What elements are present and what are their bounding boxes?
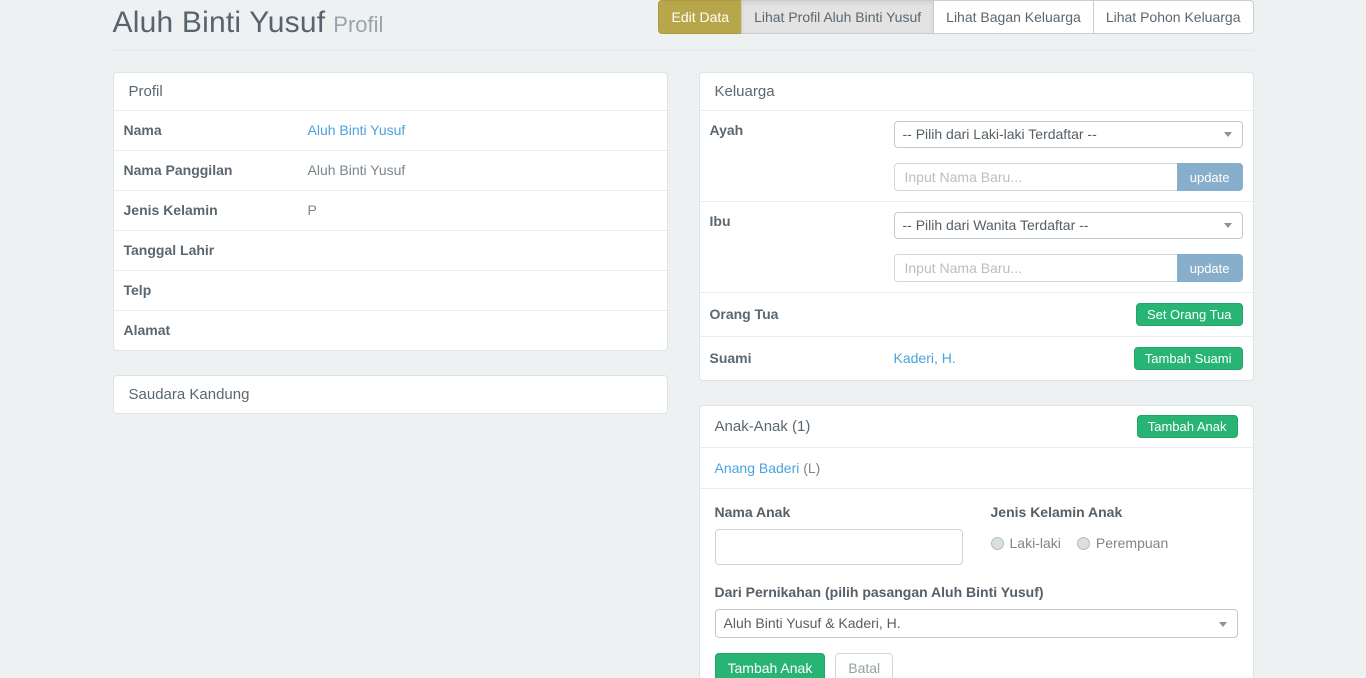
- child-gender: (L): [803, 460, 820, 476]
- table-row-tanggal-lahir: Tanggal Lahir: [114, 230, 667, 270]
- pernikahan-select[interactable]: Aluh Binti Yusuf & Kaderi, H.: [715, 609, 1238, 638]
- nama-link[interactable]: Aluh Binti Yusuf: [308, 122, 406, 138]
- radio-perempuan[interactable]: [1077, 537, 1090, 550]
- pernikahan-select-value: Aluh Binti Yusuf & Kaderi, H.: [724, 615, 901, 631]
- form-actions: Tambah Anak Batal: [715, 653, 1238, 678]
- row-label: Ibu: [710, 212, 894, 231]
- row-label: Nama: [124, 121, 308, 140]
- table-row-nama-panggilan: Nama Panggilan Aluh Binti Yusuf: [114, 150, 667, 190]
- table-row-ibu: Ibu -- Pilih dari Wanita Terdaftar -- up…: [700, 201, 1253, 292]
- saudara-kandung-panel-title: Saudara Kandung: [114, 376, 667, 413]
- suami-link[interactable]: Kaderi, H.: [894, 349, 956, 368]
- tambah-suami-button[interactable]: Tambah Suami: [1134, 347, 1243, 370]
- row-value: P: [308, 201, 317, 220]
- table-row-jenis-kelamin: Jenis Kelamin P: [114, 190, 667, 230]
- ibu-select[interactable]: -- Pilih dari Wanita Terdaftar --: [894, 212, 1243, 239]
- dari-pernikahan-label: Dari Pernikahan (pilih pasangan Aluh Bin…: [715, 584, 1238, 600]
- lihat-pohon-keluarga-button[interactable]: Lihat Pohon Keluarga: [1093, 0, 1254, 34]
- anak-anak-panel: Anak-Anak (1) Tambah Anak Anang Baderi (…: [699, 405, 1254, 678]
- radio-laki-laki[interactable]: [991, 537, 1004, 550]
- main-container: Aluh Binti Yusuf Profil Edit Data Lihat P…: [113, 0, 1254, 678]
- page-subtitle: Profil: [333, 12, 383, 37]
- left-column: Profil Nama Aluh Binti Yusuf Nama Panggi…: [113, 72, 668, 438]
- table-row-alamat: Alamat: [114, 310, 667, 350]
- ibu-update-button[interactable]: update: [1177, 254, 1243, 282]
- batal-button[interactable]: Batal: [835, 653, 893, 678]
- tambah-anak-form: Nama Anak Jenis Kelamin Anak Laki-laki P…: [700, 488, 1253, 678]
- row-label: Orang Tua: [710, 305, 894, 324]
- row-value: Aluh Binti Yusuf: [308, 161, 406, 180]
- profil-panel: Profil Nama Aluh Binti Yusuf Nama Panggi…: [113, 72, 668, 351]
- keluarga-panel-title: Keluarga: [700, 73, 1253, 110]
- lihat-bagan-keluarga-button[interactable]: Lihat Bagan Keluarga: [933, 0, 1094, 34]
- table-row-suami: Suami Kaderi, H. Tambah Suami: [700, 336, 1253, 380]
- set-orang-tua-button[interactable]: Set Orang Tua: [1136, 303, 1243, 326]
- radio-laki-laki-label: Laki-laki: [1010, 535, 1061, 551]
- table-row-orang-tua: Orang Tua Set Orang Tua: [700, 292, 1253, 336]
- row-label: Nama Panggilan: [124, 161, 308, 180]
- table-row-ayah: Ayah -- Pilih dari Laki-laki Terdaftar -…: [700, 110, 1253, 201]
- table-row-telp: Telp: [114, 270, 667, 310]
- tambah-anak-header-button[interactable]: Tambah Anak: [1137, 415, 1238, 438]
- profil-panel-title: Profil: [114, 73, 667, 110]
- table-row-nama: Nama Aluh Binti Yusuf: [114, 110, 667, 150]
- ibu-input-group: update: [894, 254, 1243, 282]
- page-header: Aluh Binti Yusuf Profil Edit Data Lihat P…: [113, 0, 1254, 51]
- child-list-item: Anang Baderi (L): [700, 447, 1253, 488]
- nama-anak-label: Nama Anak: [715, 504, 963, 520]
- ayah-select-value: -- Pilih dari Laki-laki Terdaftar --: [903, 126, 1097, 142]
- saudara-kandung-panel: Saudara Kandung: [113, 375, 668, 414]
- row-label: Jenis Kelamin: [124, 201, 308, 220]
- right-column: Keluarga Ayah -- Pilih dari Laki-laki Te…: [699, 72, 1254, 678]
- row-label: Ayah: [710, 121, 894, 140]
- view-toolbar: Edit Data Lihat Profil Aluh Binti Yusuf …: [658, 0, 1253, 34]
- chevron-down-icon: [1219, 622, 1227, 627]
- nama-anak-input[interactable]: [715, 529, 963, 565]
- chevron-down-icon: [1224, 132, 1232, 137]
- page-title: Aluh Binti Yusuf: [113, 6, 326, 39]
- jenis-kelamin-anak-label: Jenis Kelamin Anak: [991, 504, 1185, 520]
- anak-anak-panel-heading: Anak-Anak (1) Tambah Anak: [700, 406, 1253, 447]
- row-label: Tanggal Lahir: [124, 241, 308, 260]
- ayah-update-button[interactable]: update: [1177, 163, 1243, 191]
- ayah-select[interactable]: -- Pilih dari Laki-laki Terdaftar --: [894, 121, 1243, 148]
- tambah-anak-submit-button[interactable]: Tambah Anak: [715, 653, 826, 678]
- ibu-nama-baru-input[interactable]: [894, 254, 1177, 282]
- ayah-input-group: update: [894, 163, 1243, 191]
- lihat-profil-button[interactable]: Lihat Profil Aluh Binti Yusuf: [741, 0, 934, 34]
- child-link[interactable]: Anang Baderi: [715, 460, 800, 476]
- edit-data-button[interactable]: Edit Data: [658, 0, 742, 34]
- ibu-select-value: -- Pilih dari Wanita Terdaftar --: [903, 217, 1089, 233]
- ayah-nama-baru-input[interactable]: [894, 163, 1177, 191]
- keluarga-panel: Keluarga Ayah -- Pilih dari Laki-laki Te…: [699, 72, 1254, 381]
- row-label: Suami: [710, 349, 894, 368]
- anak-anak-panel-title: Anak-Anak (1): [715, 417, 811, 436]
- radio-perempuan-label: Perempuan: [1096, 535, 1168, 551]
- chevron-down-icon: [1224, 223, 1232, 228]
- row-label: Alamat: [124, 321, 308, 340]
- row-label: Telp: [124, 281, 308, 300]
